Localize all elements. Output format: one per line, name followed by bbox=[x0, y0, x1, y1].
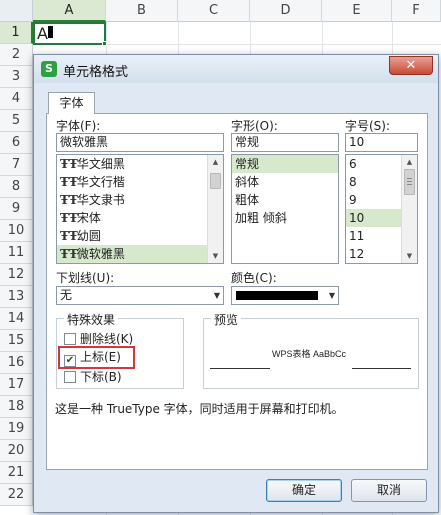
row-header-10[interactable]: 10 bbox=[0, 220, 33, 242]
column-header-d[interactable]: D bbox=[250, 0, 322, 22]
preview-baseline bbox=[352, 368, 411, 369]
scroll-up-icon[interactable]: ▲ bbox=[402, 155, 417, 169]
strikethrough-checkbox[interactable]: 删除线(K) bbox=[64, 331, 133, 347]
row-header-4[interactable]: 4 bbox=[0, 88, 33, 110]
cell-text: A bbox=[37, 24, 48, 43]
row-header-16[interactable]: 16 bbox=[0, 352, 33, 374]
scroll-grip bbox=[407, 181, 412, 182]
checkbox-box[interactable] bbox=[64, 371, 76, 383]
cancel-button[interactable]: 取消 bbox=[351, 479, 427, 502]
list-item[interactable]: ŦŦ 幼圆 bbox=[57, 227, 223, 245]
list-item[interactable]: ŦŦ 华文行楷 bbox=[57, 173, 223, 191]
font-label: 字体(F): bbox=[56, 119, 101, 133]
superscript-highlight-box bbox=[58, 346, 135, 369]
row-header-7[interactable]: 7 bbox=[0, 154, 33, 176]
column-header-a[interactable]: A bbox=[33, 0, 106, 22]
scroll-grip bbox=[407, 178, 412, 179]
font-description: 这是一种 TrueType 字体，同时适用于屏幕和打印机。 bbox=[55, 402, 344, 416]
row-header-22[interactable]: 22 bbox=[0, 484, 33, 506]
select-all-corner[interactable] bbox=[0, 0, 33, 22]
list-item[interactable]: 加粗 倾斜 bbox=[232, 209, 338, 227]
list-item[interactable]: ŦŦ 华文细黑 bbox=[57, 155, 223, 173]
column-header-b[interactable]: B bbox=[106, 0, 178, 22]
row-header-21[interactable]: 21 bbox=[0, 462, 33, 484]
style-label: 字形(O): bbox=[231, 119, 278, 133]
row-header-6[interactable]: 6 bbox=[0, 132, 33, 154]
font-list[interactable]: ŦŦ 华文细黑 ŦŦ 华文行楷 ŦŦ 华文隶书 ŦŦ 宋体 ŦŦ 幼圆 ŦŦ 微… bbox=[56, 154, 224, 264]
preview-title: 预览 bbox=[211, 311, 242, 328]
row-header-13[interactable]: 13 bbox=[0, 286, 33, 308]
list-item[interactable]: ŦŦ 华文隶书 bbox=[57, 191, 223, 209]
font-input[interactable]: 微软雅黑 bbox=[56, 133, 224, 152]
checkbox-box[interactable] bbox=[64, 333, 76, 345]
color-swatch bbox=[236, 291, 318, 300]
row-header-8[interactable]: 8 bbox=[0, 176, 33, 198]
color-select[interactable]: ▼ bbox=[231, 286, 339, 305]
truetype-icon: ŦŦ bbox=[60, 247, 78, 261]
truetype-icon: ŦŦ bbox=[60, 175, 78, 189]
dialog-title: 单元格格式 bbox=[63, 65, 129, 80]
chevron-down-icon: ▼ bbox=[213, 291, 220, 300]
row-header-14[interactable]: 14 bbox=[0, 308, 33, 330]
list-item-selected[interactable]: 常规 bbox=[232, 155, 338, 173]
scroll-thumb[interactable] bbox=[404, 169, 415, 195]
font-list-scrollbar[interactable]: ▲ ▼ bbox=[207, 155, 223, 263]
underline-label: 下划线(U): bbox=[56, 271, 115, 285]
truetype-icon: ŦŦ bbox=[60, 157, 78, 171]
preview-sample: WPS表格 AaBbCc bbox=[272, 349, 347, 359]
column-header-f[interactable]: F bbox=[392, 0, 441, 22]
scroll-up-icon[interactable]: ▲ bbox=[208, 155, 223, 169]
row-header-20[interactable]: 20 bbox=[0, 440, 33, 462]
wps-app-icon: S bbox=[41, 61, 57, 77]
row-header-12[interactable]: 12 bbox=[0, 264, 33, 286]
tab-font[interactable]: 字体 bbox=[48, 92, 95, 114]
scroll-thumb[interactable] bbox=[210, 173, 221, 189]
list-item[interactable]: 粗体 bbox=[232, 191, 338, 209]
column-header-c[interactable]: C bbox=[178, 0, 250, 22]
strikethrough-label: 删除线(K) bbox=[80, 332, 134, 346]
text-cursor bbox=[47, 26, 53, 38]
effects-title: 特殊效果 bbox=[64, 311, 119, 328]
dialog-titlebar[interactable]: S 单元格格式 ✕ bbox=[34, 55, 438, 83]
close-icon: ✕ bbox=[405, 58, 417, 73]
row-header-15[interactable]: 15 bbox=[0, 330, 33, 352]
underline-value: 无 bbox=[60, 288, 73, 302]
row-header-9[interactable]: 9 bbox=[0, 198, 33, 220]
size-list[interactable]: 6 8 9 10 11 12 ▲ ▼ bbox=[345, 154, 418, 264]
size-label: 字号(S): bbox=[345, 119, 391, 133]
scroll-down-icon[interactable]: ▼ bbox=[208, 249, 223, 263]
row-header-19[interactable]: 19 bbox=[0, 418, 33, 440]
fill-handle[interactable] bbox=[102, 41, 107, 46]
list-item[interactable]: 斜体 bbox=[232, 173, 338, 191]
column-header-e[interactable]: E bbox=[322, 0, 392, 22]
list-item[interactable]: ŦŦ 宋体 bbox=[57, 209, 223, 227]
truetype-icon: ŦŦ bbox=[60, 211, 78, 225]
style-input[interactable]: 常规 bbox=[231, 133, 339, 152]
row-header-18[interactable]: 18 bbox=[0, 396, 33, 418]
row-header-5[interactable]: 5 bbox=[0, 110, 33, 132]
row-header-17[interactable]: 17 bbox=[0, 374, 33, 396]
size-input[interactable]: 10 bbox=[345, 133, 418, 152]
truetype-icon: ŦŦ bbox=[60, 193, 78, 207]
row-header-3[interactable]: 3 bbox=[0, 66, 33, 88]
active-cell-a1[interactable]: A bbox=[33, 22, 106, 45]
preview-baseline bbox=[210, 368, 270, 369]
row-header-2[interactable]: 2 bbox=[0, 44, 33, 66]
scroll-down-icon[interactable]: ▼ bbox=[402, 249, 417, 263]
close-button[interactable]: ✕ bbox=[389, 56, 433, 75]
row-header-1[interactable]: 1 bbox=[0, 22, 33, 44]
subscript-checkbox[interactable]: 下标(B) bbox=[64, 369, 122, 385]
ok-button[interactable]: 确定 bbox=[266, 479, 342, 502]
size-list-scrollbar[interactable]: ▲ ▼ bbox=[401, 155, 417, 263]
list-item-selected[interactable]: ŦŦ 微软雅黑 bbox=[57, 245, 223, 263]
color-label: 颜色(C): bbox=[231, 271, 277, 285]
subscript-label: 下标(B) bbox=[80, 370, 122, 384]
format-cells-dialog: S 单元格格式 ✕ 字体 字体(F): 微软雅黑 ŦŦ 华文细黑 ŦŦ 华文行楷… bbox=[33, 54, 439, 513]
row-header-11[interactable]: 11 bbox=[0, 242, 33, 264]
truetype-icon: ŦŦ bbox=[60, 229, 78, 243]
underline-select[interactable]: 无 ▼ bbox=[56, 286, 224, 305]
style-list[interactable]: 常规 斜体 粗体 加粗 倾斜 bbox=[231, 154, 339, 264]
scroll-grip bbox=[407, 184, 412, 185]
chevron-down-icon: ▼ bbox=[328, 291, 335, 300]
